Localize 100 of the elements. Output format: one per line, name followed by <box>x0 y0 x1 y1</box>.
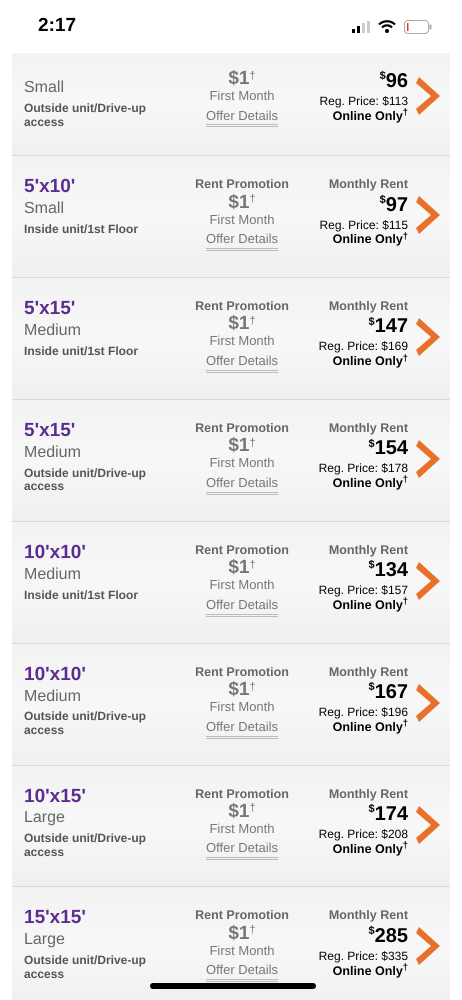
unit-size: 5'x10' <box>24 176 76 200</box>
online-only-note: Online Only$^{†}$ <box>332 720 408 734</box>
online-only-note: Online Only$^{†}$ <box>332 964 408 978</box>
unit-category: Large <box>24 808 66 828</box>
unit-access: Outside unit/Drive-up access <box>24 954 148 982</box>
regular-price: Reg. Price: $196 <box>318 706 408 720</box>
offer-details-link[interactable]: Offer Details <box>206 108 278 128</box>
chevron-right-icon[interactable] <box>416 75 442 117</box>
promo-amount: $1$^{†}$ <box>227 802 257 821</box>
promo-amount: $1$^{†}$ <box>227 558 257 578</box>
promo-amount: $1$^{†}$ <box>227 680 257 700</box>
promo-amount: $1$^{†}$ <box>227 69 257 88</box>
unit-size: 5'x15' <box>24 420 76 443</box>
regular-price: Reg. Price: $335 <box>318 950 408 963</box>
promo-label: Rent Promotion <box>194 664 290 680</box>
regular-price: Reg. Price: $208 <box>318 828 408 841</box>
promo-amount: $1$^{†}$ <box>227 436 257 456</box>
unit-category: Medium <box>24 321 82 342</box>
unit-access: Outside unit/Drive-up access <box>24 466 148 494</box>
promo-label: Rent Promotion <box>194 420 290 436</box>
monthly-price: $^{$}$147 <box>368 314 408 338</box>
status-time: 2:17 <box>38 14 76 38</box>
unit-size: 10'x10' <box>24 664 87 687</box>
online-only-note: Online Only$^{†}$ <box>332 598 408 612</box>
regular-price: Reg. Price: $157 <box>318 584 408 598</box>
promo-period: First Month <box>208 577 276 593</box>
monthly-price: $^{$}$167 <box>368 680 408 704</box>
unit-access: Inside unit/1st Floor <box>24 222 140 237</box>
unit-size: 5'x15' <box>24 298 76 322</box>
online-only-note: Online Only$^{†}$ <box>332 232 408 247</box>
promo-amount: $1$^{†}$ <box>227 192 257 212</box>
unit-card[interactable]: 10'x10' Medium Outside unit/Drive-up access Rent Promotion $1$^{†}$ First Month Offer Details Monthly Rent $^{$}$167 Reg. Price: $196 Online Only$^{†}$ <box>12 644 450 766</box>
promo-label: Rent Promotion <box>194 907 290 924</box>
promo-period: First Month <box>208 455 276 471</box>
promo-period: First Month <box>208 942 276 958</box>
promo-period: First Month <box>208 88 276 104</box>
unit-category: Medium <box>24 564 82 585</box>
unit-card[interactable]: Small Outside unit/Drive-up access $1$^{†}$ First Month Offer Details $^{$}$96 Reg. Price: $113 Online Only$^{†}$ <box>12 53 450 156</box>
promo-label: Rent Promotion <box>194 786 290 802</box>
unit-size: 10'x15' <box>24 786 87 808</box>
battery-icon <box>404 20 432 34</box>
monthly-price: $^{$}$97 <box>378 192 408 217</box>
offer-details-link[interactable]: Offer Details <box>206 840 278 860</box>
regular-price: Reg. Price: $178 <box>318 462 408 476</box>
monthly-price: $^{$}$134 <box>368 558 408 582</box>
unit-access: Outside unit/Drive-up access <box>24 710 148 738</box>
unit-category: Small <box>24 199 66 220</box>
chevron-right-icon[interactable] <box>416 560 442 602</box>
monthly-price: $^{$}$154 <box>368 436 408 460</box>
promo-amount: $1$^{†}$ <box>227 924 257 943</box>
online-only-note: Online Only$^{†}$ <box>332 108 408 124</box>
unit-category: Small <box>24 78 66 98</box>
chevron-right-icon[interactable] <box>416 316 442 358</box>
regular-price: Reg. Price: $113 <box>318 95 408 108</box>
monthly-price: $^{$}$96 <box>378 69 408 93</box>
rent-label: Monthly Rent <box>328 542 408 558</box>
offer-details-link[interactable]: Offer Details <box>206 353 278 373</box>
online-only-note: Online Only$^{†}$ <box>332 354 408 369</box>
promo-period: First Month <box>208 333 276 350</box>
promo-label: Rent Promotion <box>194 298 290 314</box>
regular-price: Reg. Price: $169 <box>318 340 408 354</box>
offer-details-link[interactable]: Offer Details <box>206 231 278 252</box>
unit-access: Outside unit/Drive-up access <box>24 102 148 130</box>
offer-details-link[interactable]: Offer Details <box>206 474 278 495</box>
offer-details-link[interactable]: Offer Details <box>206 718 278 738</box>
rent-label: Monthly Rent <box>328 664 408 680</box>
unit-access: Outside unit/Drive-up access <box>24 832 148 860</box>
unit-category: Medium <box>24 686 82 707</box>
online-only-note: Online Only$^{†}$ <box>332 476 408 490</box>
rent-label: Monthly Rent <box>328 176 408 193</box>
promo-period: First Month <box>208 699 276 715</box>
rent-label: Monthly Rent <box>328 907 408 924</box>
chevron-right-icon[interactable] <box>416 682 442 724</box>
unit-size: 10'x10' <box>24 542 87 565</box>
unit-size: 15'x15' <box>24 907 87 930</box>
chevron-right-icon[interactable] <box>416 438 442 480</box>
unit-card[interactable]: 10'x15' Large Outside unit/Drive-up access Rent Promotion $1$^{†}$ First Month Offer Details Monthly Rent $^{$}$174 Reg. Price: $208 Online Only$^{†}$ <box>12 766 450 888</box>
chevron-right-icon[interactable] <box>416 925 442 968</box>
unit-card[interactable]: 5'x15' Medium Outside unit/Drive-up access Rent Promotion $1$^{†}$ First Month Offer Details Monthly Rent $^{$}$154 Reg. Price: $178 Online Only$^{†}$ <box>12 400 450 522</box>
rent-label: Monthly Rent <box>328 786 408 802</box>
promo-period: First Month <box>208 212 276 228</box>
unit-access: Inside unit/1st Floor <box>24 588 140 602</box>
unit-category: Medium <box>24 442 82 463</box>
promo-label: Rent Promotion <box>194 542 290 558</box>
signal-icon <box>352 20 370 32</box>
promo-label: Rent Promotion <box>194 176 290 193</box>
unit-card[interactable]: 15'x15' Large Outside unit/Drive-up access Rent Promotion $1$^{†}$ First Month Offer Details Monthly Rent $^{$}$285 Reg. Price: $335 Online Only$^{†}$ <box>12 887 450 1000</box>
wifi-icon <box>378 20 396 33</box>
chevron-right-icon[interactable] <box>416 194 442 236</box>
unit-category: Large <box>24 930 66 950</box>
unit-card[interactable]: 5'x15' Medium Inside unit/1st Floor Rent Promotion $1$^{†}$ First Month Offer Details Monthly Rent $^{$}$147 Reg. Price: $169 Online Only$^{†}$ <box>12 278 450 400</box>
monthly-price: $^{$}$174 <box>368 802 408 826</box>
chevron-right-icon[interactable] <box>416 804 442 846</box>
monthly-price: $^{$}$285 <box>368 924 408 948</box>
unit-card[interactable]: 10'x10' Medium Inside unit/1st Floor Rent Promotion $1$^{†}$ First Month Offer Details Monthly Rent $^{$}$134 Reg. Price: $157 Online Only$^{†}$ <box>12 522 450 644</box>
offer-details-link[interactable]: Offer Details <box>206 596 278 617</box>
unit-access: Inside unit/1st Floor <box>24 344 140 359</box>
unit-card[interactable]: 5'x10' Small Inside unit/1st Floor Rent Promotion $1$^{†}$ First Month Offer Details Monthly Rent $^{$}$97 Reg. Price: $115 Online Only$^{†}$ <box>12 156 450 278</box>
rent-label: Monthly Rent <box>328 298 408 314</box>
promo-period: First Month <box>208 820 276 836</box>
